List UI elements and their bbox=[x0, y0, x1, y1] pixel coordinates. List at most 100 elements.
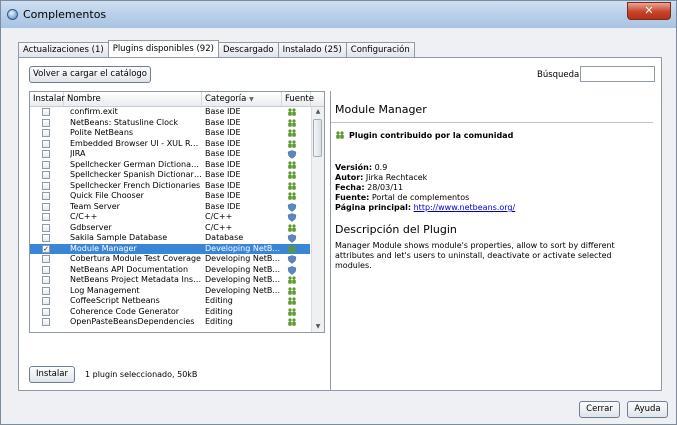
install-checkbox[interactable] bbox=[42, 233, 51, 244]
table-row[interactable]: ✓ Module Manager Developing NetB... bbox=[30, 243, 310, 255]
table-row[interactable]: Coherence Code Generator Editing bbox=[30, 307, 310, 318]
install-checkbox[interactable] bbox=[42, 265, 51, 276]
install-checkbox[interactable] bbox=[42, 181, 51, 192]
plugin-category: C/C++ bbox=[205, 222, 233, 232]
install-button[interactable]: Instalar bbox=[29, 366, 75, 383]
table-row[interactable]: OpenPasteBeansDependencies Editing bbox=[30, 317, 310, 328]
checkbox-unchecked-icon[interactable] bbox=[42, 255, 50, 263]
table-row[interactable]: Quick File Chooser Base IDE bbox=[30, 191, 310, 202]
install-checkbox[interactable] bbox=[42, 307, 51, 318]
checkbox-unchecked-icon[interactable] bbox=[42, 171, 50, 179]
table-row[interactable]: Sakila Sample Database Database bbox=[30, 233, 310, 244]
checkbox-unchecked-icon[interactable] bbox=[42, 265, 50, 274]
plugin-category: Base IDE bbox=[205, 170, 241, 179]
checkbox-unchecked-icon[interactable] bbox=[42, 150, 50, 158]
table-row[interactable]: NetBeans Project Metadata Inspe... Develo… bbox=[30, 275, 310, 286]
checkbox-unchecked-icon[interactable] bbox=[42, 160, 50, 169]
install-checkbox[interactable] bbox=[42, 170, 51, 181]
community-plugin-icon bbox=[287, 286, 303, 297]
checkbox-unchecked-icon[interactable] bbox=[42, 286, 50, 295]
tab-strip: Actualizaciones (1) Plugins disponibles … bbox=[18, 40, 415, 57]
checkbox-unchecked-icon[interactable] bbox=[42, 192, 50, 200]
checkbox-unchecked-icon[interactable] bbox=[42, 181, 50, 190]
install-checkbox[interactable] bbox=[42, 254, 51, 265]
plugin-category: Editing bbox=[205, 306, 233, 316]
table-row[interactable]: NetBeans: Statusline Clock Base IDE bbox=[30, 118, 310, 129]
install-checkbox[interactable] bbox=[42, 149, 51, 160]
community-plugin-icon bbox=[287, 128, 303, 139]
checkbox-unchecked-icon[interactable] bbox=[42, 118, 50, 127]
checkbox-unchecked-icon[interactable] bbox=[42, 223, 50, 232]
header-category[interactable]: Categoría ▼ bbox=[202, 92, 282, 106]
checkbox-checked-icon[interactable]: ✓ bbox=[42, 244, 50, 253]
table-row[interactable]: Log Management Developing NetB... bbox=[30, 286, 310, 297]
help-button[interactable]: Ayuda bbox=[627, 401, 668, 418]
table-row[interactable]: Spellchecker French Dictionaries Base IDE bbox=[30, 181, 310, 192]
checkbox-unchecked-icon[interactable] bbox=[42, 108, 50, 116]
install-checkbox[interactable] bbox=[42, 223, 51, 234]
selection-status: 1 plugin seleccionado, 50kB bbox=[85, 370, 198, 379]
checkbox-unchecked-icon[interactable] bbox=[42, 213, 50, 221]
table-row[interactable]: C/C++ C/C++ bbox=[30, 212, 310, 223]
checkbox-unchecked-icon[interactable] bbox=[42, 202, 50, 211]
table-row[interactable]: confirm.exit Base IDE bbox=[30, 107, 310, 118]
install-checkbox[interactable] bbox=[42, 191, 51, 202]
community-plugin-icon bbox=[287, 296, 303, 307]
install-checkbox[interactable] bbox=[42, 202, 51, 213]
install-checkbox[interactable] bbox=[42, 118, 51, 129]
tab-instalado[interactable]: Instalado (25) bbox=[277, 42, 347, 57]
install-checkbox[interactable] bbox=[42, 128, 51, 139]
reload-catalog-button[interactable]: Volver a cargar el catálogo bbox=[29, 66, 151, 83]
tab-plugins-disponibles[interactable]: Plugins disponibles (92) bbox=[107, 40, 219, 57]
scrollbar-thumb[interactable] bbox=[313, 119, 322, 157]
install-checkbox[interactable] bbox=[42, 212, 51, 223]
search-input[interactable] bbox=[580, 66, 655, 82]
install-checkbox[interactable]: ✓ bbox=[42, 244, 51, 255]
install-checkbox[interactable] bbox=[42, 296, 51, 307]
plugin-category: Base IDE bbox=[205, 159, 241, 169]
table-row[interactable]: JIRA Base IDE bbox=[30, 149, 310, 160]
tab-configuracion[interactable]: Configuración bbox=[345, 42, 415, 57]
table-row[interactable]: Team Server Base IDE bbox=[30, 202, 310, 213]
community-plugin-icon bbox=[287, 223, 303, 234]
install-checkbox[interactable] bbox=[42, 139, 51, 150]
homepage-link[interactable]: http://www.netbeans.org/ bbox=[414, 203, 516, 212]
header-install[interactable]: Instalar bbox=[30, 92, 65, 106]
checkbox-unchecked-icon[interactable] bbox=[42, 276, 50, 284]
table-row[interactable]: Embedded Browser UI - XUL Runner Base IDE bbox=[30, 139, 310, 150]
table-header: Instalar Nombre Categoría ▼ Fuente bbox=[30, 92, 324, 107]
install-checkbox[interactable] bbox=[42, 160, 51, 171]
tab-actualizaciones[interactable]: Actualizaciones (1) bbox=[18, 42, 109, 57]
scroll-up-icon[interactable]: ▲ bbox=[314, 108, 322, 116]
install-checkbox[interactable] bbox=[42, 275, 51, 286]
table-row[interactable]: NetBeans API Documentation Developing Net… bbox=[30, 265, 310, 276]
header-source[interactable]: Fuente bbox=[282, 92, 314, 106]
table-row[interactable]: Polite NetBeans Base IDE bbox=[30, 128, 310, 139]
scroll-down-icon[interactable]: ▼ bbox=[314, 323, 322, 331]
install-checkbox[interactable] bbox=[42, 107, 51, 118]
checkbox-unchecked-icon[interactable] bbox=[42, 129, 50, 137]
checkbox-unchecked-icon[interactable] bbox=[42, 318, 50, 326]
table-row[interactable]: CoffeeScript Netbeans Editing bbox=[30, 296, 310, 307]
checkbox-unchecked-icon[interactable] bbox=[42, 307, 50, 316]
header-name[interactable]: Nombre bbox=[64, 92, 202, 106]
table-row[interactable]: Gdbserver C/C++ bbox=[30, 223, 310, 234]
plugin-name: CoffeeScript Netbeans bbox=[70, 296, 160, 305]
plugin-category: Developing NetB... bbox=[205, 285, 280, 295]
install-checkbox[interactable] bbox=[42, 286, 51, 297]
install-checkbox[interactable] bbox=[42, 317, 51, 328]
table-row[interactable]: Spellchecker German Dictionaries Base IDE bbox=[30, 160, 310, 171]
checkbox-unchecked-icon[interactable] bbox=[42, 297, 50, 305]
table-row[interactable]: Cobertura Module Test Coverage Developing… bbox=[30, 254, 310, 265]
window-close-button[interactable]: ✕ bbox=[627, 2, 671, 20]
plugin-category: Developing NetB... bbox=[205, 254, 280, 263]
plugin-name: Team Server bbox=[70, 201, 120, 211]
tab-descargado[interactable]: Descargado bbox=[217, 42, 279, 57]
checkbox-unchecked-icon[interactable] bbox=[42, 234, 50, 242]
plugin-category: Base IDE bbox=[205, 180, 241, 190]
table-row[interactable]: Spellchecker Spanish Dictionaries Base ID… bbox=[30, 170, 310, 181]
plugin-detail-panel: Module Manager Plugin contribuido por la… bbox=[330, 91, 653, 390]
checkbox-unchecked-icon[interactable] bbox=[42, 139, 50, 148]
close-button[interactable]: Cerrar bbox=[579, 401, 620, 418]
table-scrollbar[interactable]: ▲ ▼ bbox=[311, 107, 324, 332]
